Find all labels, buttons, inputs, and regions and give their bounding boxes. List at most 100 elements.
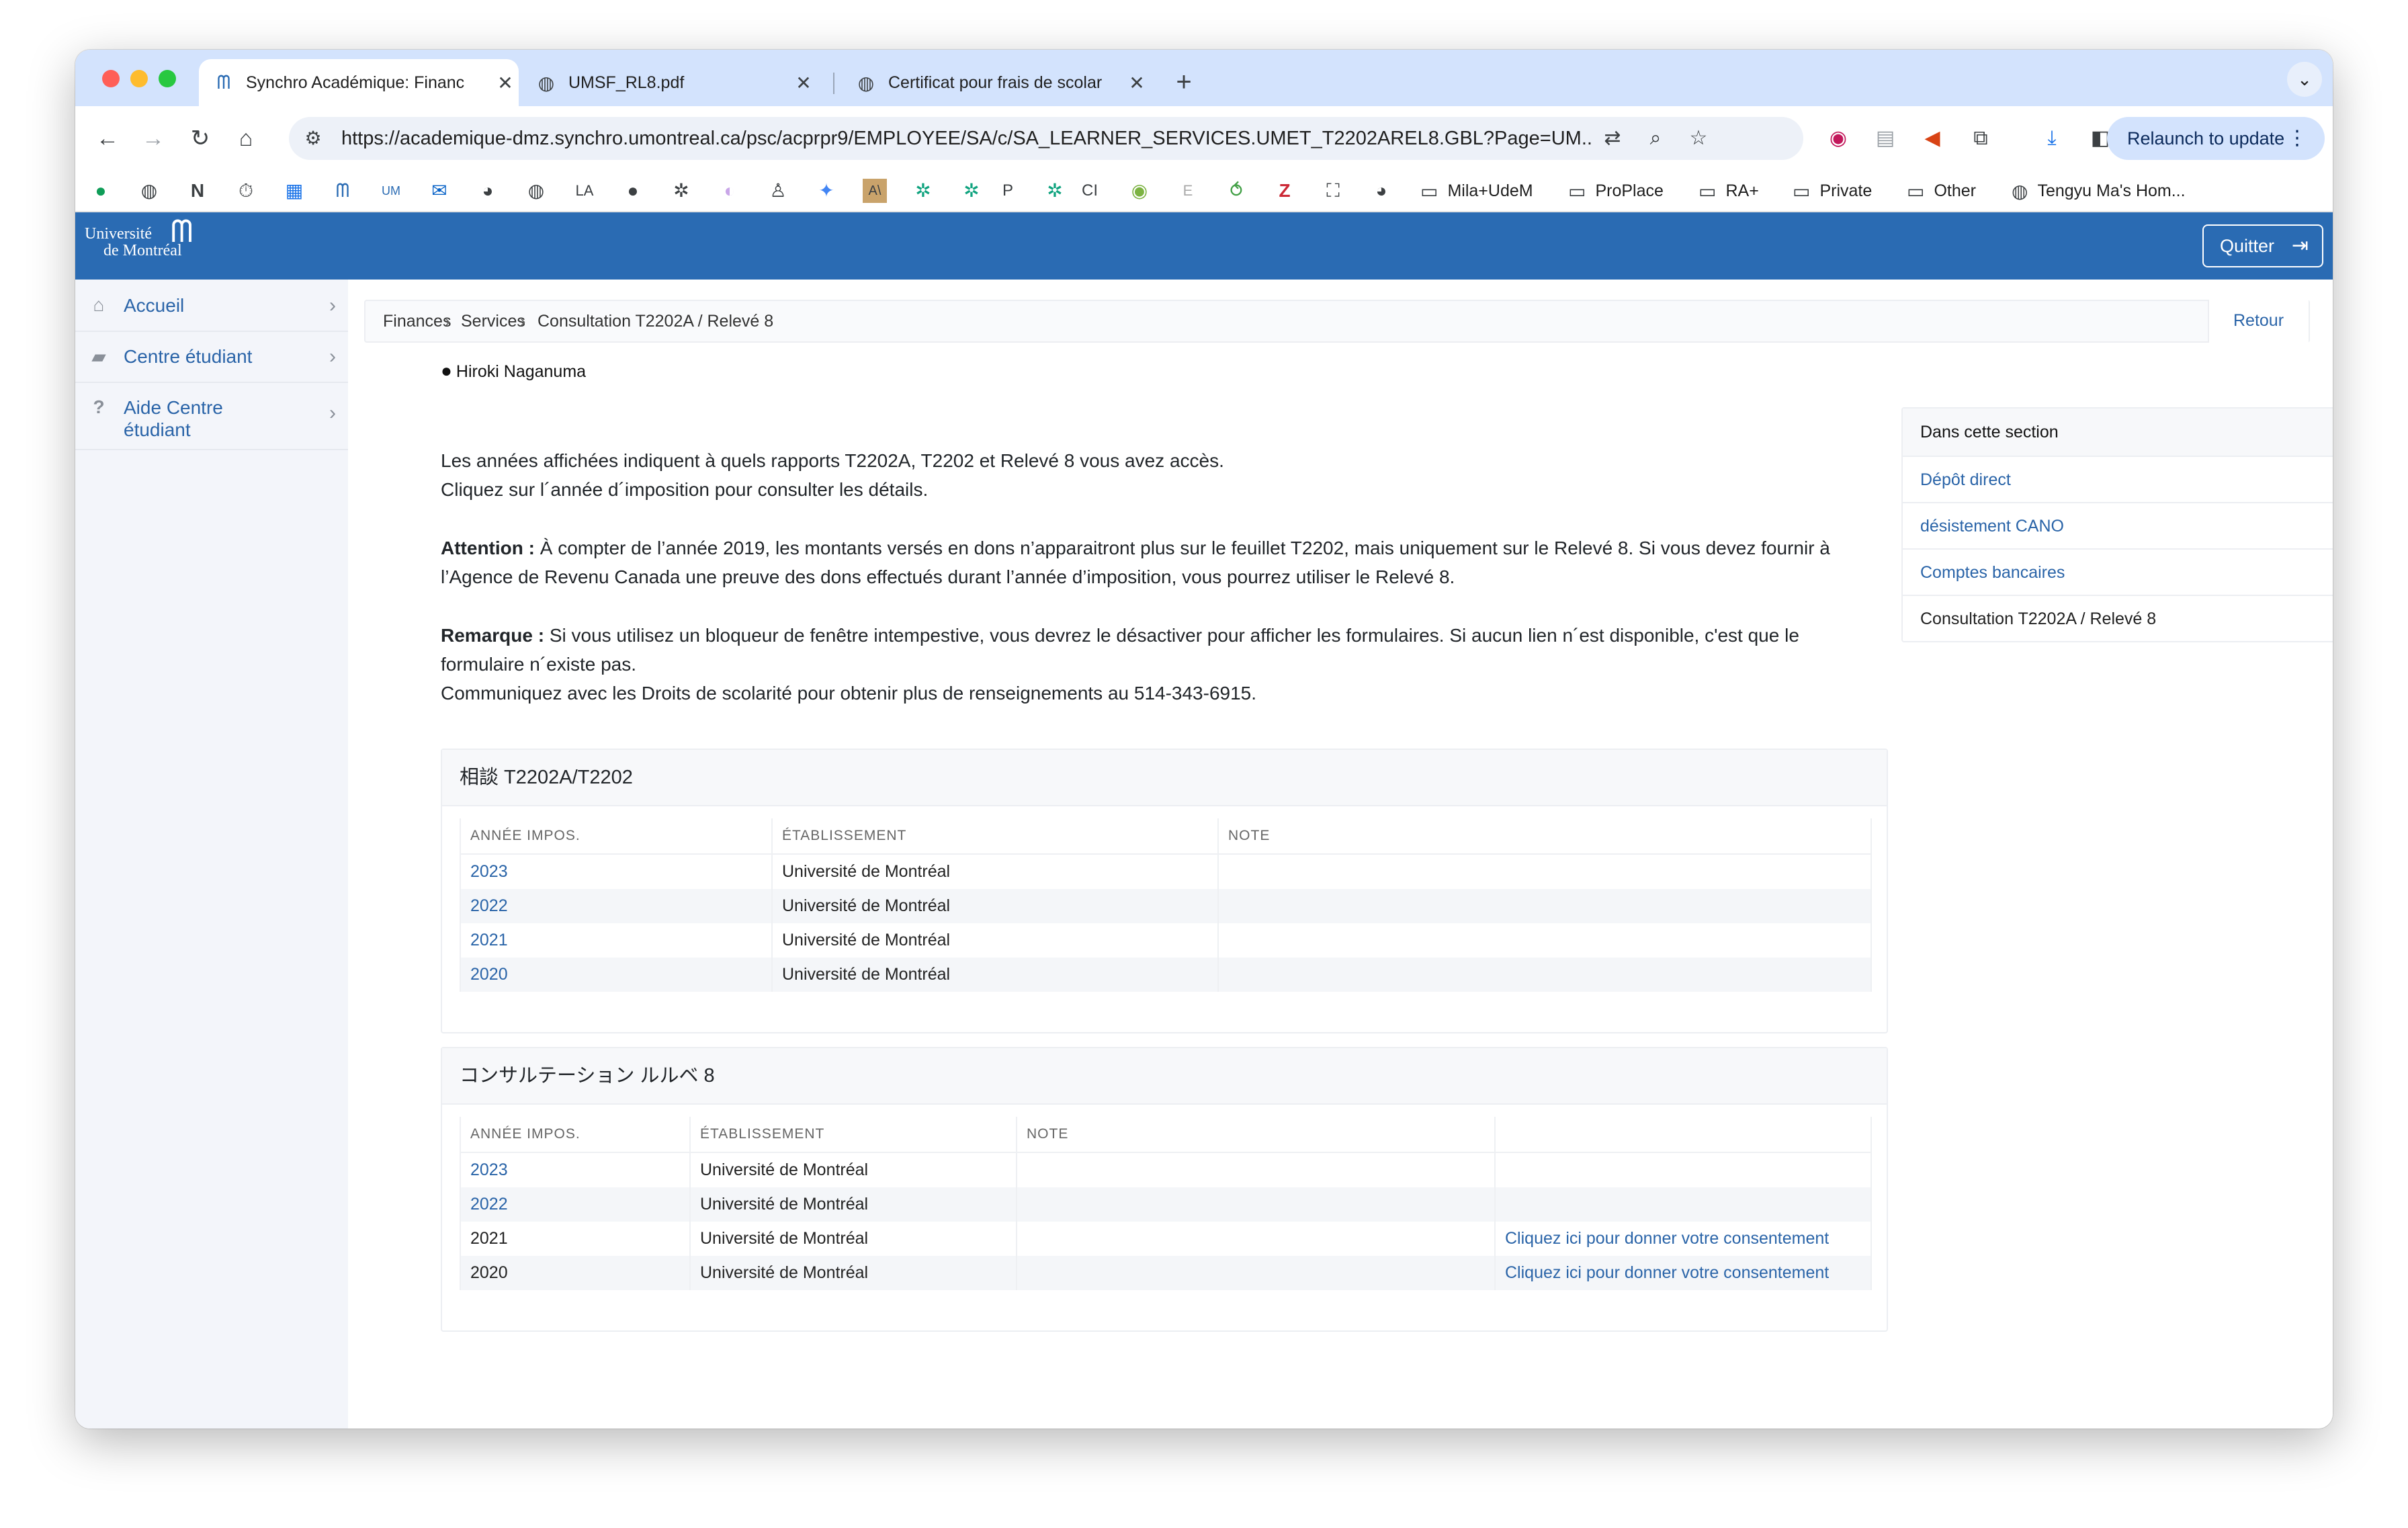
breadcrumb-item[interactable]: Finances (383, 301, 451, 341)
home-icon: ⌂ (93, 294, 105, 315)
sidebar-item-label: Aide Centre étudiant (124, 397, 223, 440)
bookmark-github-icon[interactable]: ◕ (1369, 179, 1393, 203)
bookmark-zotero-icon[interactable]: Z (1273, 179, 1297, 203)
bookmark-mon-udem-icon[interactable]: UM (379, 179, 403, 203)
new-tab-button[interactable]: + (1165, 63, 1203, 101)
bookmark-openai-icon[interactable]: ✲ (669, 179, 693, 203)
minimize-window-button[interactable] (130, 70, 148, 87)
logo-line2: de Montréal (103, 242, 182, 259)
consent-link[interactable]: Cliquez ici pour donner votre consenteme… (1505, 1229, 1829, 1248)
zoom-window-button[interactable] (159, 70, 176, 87)
download-icon[interactable]: ⤓ (2036, 122, 2068, 155)
year-cell: 2022 (460, 889, 773, 923)
home-icon[interactable]: ⌂ (228, 121, 263, 156)
browser-toolbar: ← → ↻ ⌂ ⚙ https://academique-dmz.synchro… (75, 106, 2333, 171)
back-button[interactable]: Retour (2208, 300, 2309, 343)
year-link[interactable]: 2022 (470, 896, 508, 915)
breadcrumb-separator-icon: › (445, 312, 451, 331)
bookmark-p-label[interactable]: P (996, 179, 1020, 203)
main-content: Finances › Services › Consultation T2202… (348, 280, 2333, 1429)
bookmark-udem-icon[interactable]: ᗰ (331, 179, 355, 203)
tab-umsf[interactable]: ◍ UMSF_RL8.pdf ✕ (521, 59, 817, 106)
bookmark-eye-icon[interactable]: ◉ (1127, 179, 1152, 203)
bookmark-chatgpt-icon[interactable]: ✲ (911, 179, 935, 203)
close-tab-icon[interactable]: ✕ (1123, 72, 1150, 94)
tab-title: Synchro Académique: Financ (246, 73, 465, 92)
extensions-icon[interactable]: ⧉ (1965, 122, 1997, 155)
url-text[interactable]: https://academique-dmz.synchro.umontreal… (341, 117, 1591, 160)
sidebar-item-accueil[interactable]: ⌂ Accueil › (75, 280, 348, 332)
section-link-depot[interactable]: Dépôt direct (1903, 457, 2333, 503)
bookmark-globe-icon[interactable]: ◍ (524, 179, 548, 203)
forward-icon[interactable]: → (136, 121, 171, 156)
consent-link[interactable]: Cliquez ici pour donner votre consenteme… (1505, 1263, 1829, 1282)
bookmark-e-label[interactable]: E (1176, 179, 1200, 203)
year-link[interactable]: 2023 (470, 862, 508, 881)
close-tab-icon[interactable]: ✕ (492, 72, 519, 94)
bookmark-ci-label[interactable]: CI (1078, 179, 1102, 203)
section-link-comptes[interactable]: Comptes bancaires (1903, 550, 2333, 596)
bookmark-anthropic-icon[interactable]: A\ (863, 179, 887, 203)
bookmark-gemini-icon[interactable]: ✦ (814, 179, 838, 203)
year-link[interactable]: 2020 (470, 965, 508, 984)
year-link[interactable]: 2021 (470, 931, 508, 949)
note-cell (1016, 1256, 1496, 1290)
browser-window: ᗰ Synchro Académique: Financ ✕ ◍ UMSF_RL… (75, 50, 2333, 1429)
note-cell (1016, 1187, 1496, 1222)
bookmark-moon-icon[interactable]: ◐ (718, 179, 742, 203)
bookmark-leaf-icon[interactable]: ⥀ (1224, 179, 1248, 203)
bookmark-frame-icon[interactable]: ⛶ (1321, 179, 1345, 203)
quit-button[interactable]: Quitter ⇥ (2202, 224, 2323, 267)
bookmark-github-icon[interactable]: ◕ (476, 179, 500, 203)
table-row: 2022 Université de Montréal (460, 1187, 1872, 1222)
color-extension-icon[interactable]: ◉ (1822, 122, 1854, 155)
bookmark-chatgpt-p-icon[interactable]: ✲ (959, 179, 984, 203)
bookmark-chatgpt-ci-icon[interactable]: ✲ (1043, 179, 1067, 203)
year-link[interactable]: 2022 (470, 1195, 508, 1214)
chevron-right-icon: › (329, 345, 336, 368)
bookmark-person-icon[interactable]: ♙ (766, 179, 790, 203)
bookmark-timer-icon[interactable]: ⏱ (234, 179, 258, 203)
bookmark-folder[interactable]: ▭ Private (1793, 177, 1872, 204)
remarque-text: Remarque : Si vous utilisez un bloqueur … (441, 621, 1885, 708)
back-icon[interactable]: ← (90, 121, 125, 156)
year-cell: 2021 (460, 923, 773, 958)
tab-certificat[interactable]: ◍ Certificat pour frais de scolar ✕ (841, 59, 1150, 106)
bookmark-globe-icon[interactable]: ◍ (137, 179, 161, 203)
bookmark-n-icon[interactable]: ● (621, 179, 645, 203)
bookmark-folder[interactable]: ▭ Mila+UdeM (1420, 177, 1533, 204)
close-window-button[interactable] (102, 70, 120, 87)
bookmark-folder[interactable]: ▭ Other (1907, 177, 1976, 204)
sidebar-item-aide[interactable]: ? Aide Centre étudiant › (75, 382, 348, 450)
bookmark-green-icon[interactable]: ● (89, 179, 113, 203)
site-info-icon[interactable]: ⚙ (300, 125, 327, 152)
tab-synchro[interactable]: ᗰ Synchro Académique: Financ ✕ (199, 59, 519, 106)
relaunch-button[interactable]: Relaunch to update ⋮ (2107, 117, 2325, 160)
year-link[interactable]: 2023 (470, 1160, 508, 1179)
column-header: NOTE (1016, 1117, 1496, 1153)
sidebar-item-centre-etudiant[interactable]: ▰ Centre étudiant › (75, 331, 348, 383)
megaphone-extension-icon[interactable]: ◀ (1916, 122, 1948, 155)
releve8-title: コンサルテーション ルルベ 8 (442, 1048, 1887, 1105)
translate-icon[interactable]: ⇄ (1599, 125, 1626, 152)
tab-search-button[interactable]: ⌄ (2287, 62, 2322, 97)
address-bar[interactable]: ⚙ https://academique-dmz.synchro.umontre… (289, 117, 1803, 160)
bookmark-calendar-icon[interactable]: ▦ (282, 179, 306, 203)
bookmark-notion-icon[interactable]: N (185, 179, 210, 203)
bookmark-folder[interactable]: ▭ ProPlace (1568, 177, 1664, 204)
reload-icon[interactable]: ↻ (183, 121, 218, 156)
zoom-icon[interactable]: ⌕ (1642, 125, 1669, 152)
section-link-cano[interactable]: désistement CANO (1903, 503, 2333, 550)
breadcrumb-current: Consultation T2202A / Relevé 8 (538, 312, 774, 331)
bookmark-tengyu[interactable]: ◍ Tengyu Ma's Hom... (2012, 177, 2186, 204)
breadcrumb-item[interactable]: Services (461, 301, 525, 341)
udem-logo[interactable]: Université de Montréal ᗰ (85, 216, 193, 259)
bookmark-star-icon[interactable]: ☆ (1685, 125, 1712, 152)
sidebar: ⌂ Accueil › ▰ Centre étudiant › ? Aide C… (75, 280, 348, 1429)
close-tab-icon[interactable]: ✕ (790, 72, 817, 94)
bookmark-folder[interactable]: ▭ RA+ (1698, 177, 1759, 204)
year-cell: 2020 (460, 1256, 691, 1290)
bookmark-latex-icon[interactable]: LA (572, 179, 597, 203)
bookmark-outlook-icon[interactable]: ✉ (427, 179, 452, 203)
doc-extension-icon[interactable]: ▤ (1869, 122, 1901, 155)
